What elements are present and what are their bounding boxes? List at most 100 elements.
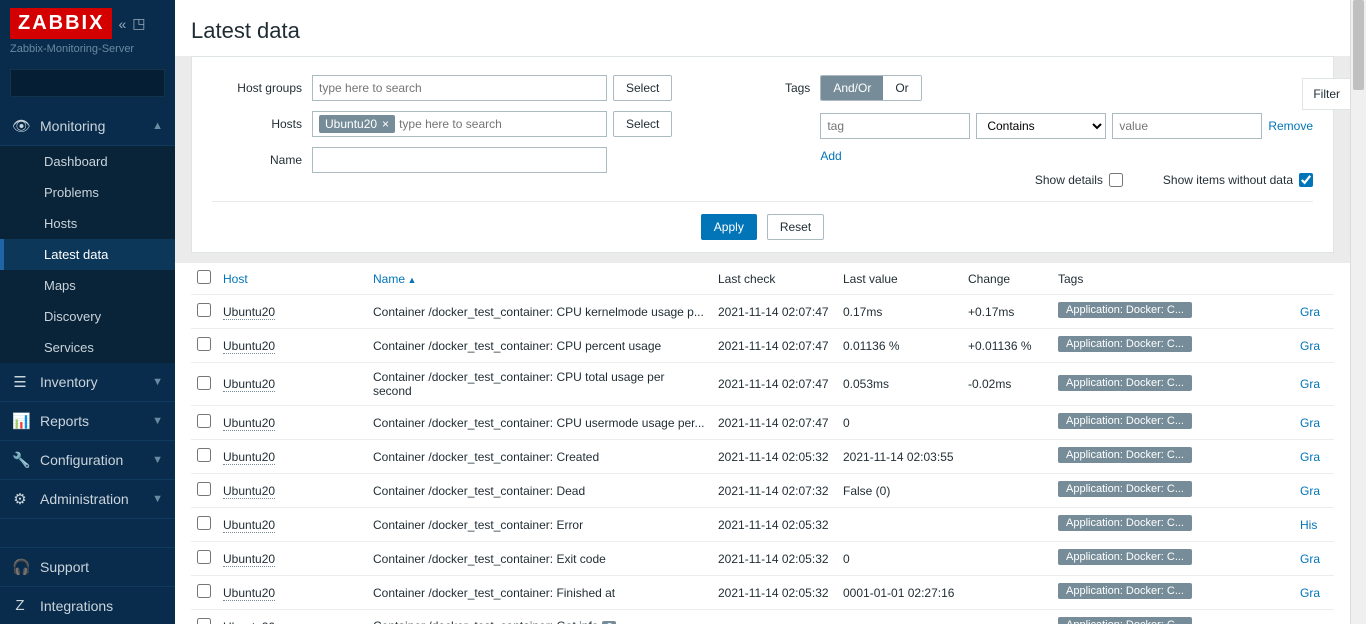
filter-tab[interactable]: Filter [1302, 78, 1350, 110]
hosts-label: Hosts [212, 111, 312, 131]
nav-item-dashboard[interactable]: Dashboard [0, 146, 175, 177]
logo[interactable]: ZABBIX [10, 8, 112, 39]
host-link[interactable]: Ubuntu20 [223, 305, 275, 320]
sidebar: ZABBIX « ◳ Zabbix-Monitoring-Server 🔍 👁 … [0, 0, 175, 624]
nav-section-administration[interactable]: ⚙ Administration ▼ [0, 480, 175, 519]
row-action-link[interactable]: Gra [1300, 305, 1320, 319]
host-groups-input[interactable] [312, 75, 607, 101]
nav-label: Reports [40, 413, 140, 429]
hosts-input[interactable]: Ubuntu20 × [312, 111, 607, 137]
nav-item-services[interactable]: Services [0, 332, 175, 363]
row-checkbox[interactable] [197, 516, 211, 530]
tag-pill[interactable]: Application: Docker: C... [1058, 583, 1192, 599]
row-checkbox[interactable] [197, 584, 211, 598]
seg-andor[interactable]: And/Or [821, 76, 883, 100]
row-action-link[interactable]: Gra [1300, 484, 1320, 498]
tag-remove-link[interactable]: Remove [1268, 119, 1313, 133]
host-groups-field[interactable] [319, 79, 600, 97]
tag-pill[interactable]: Application: Docker: C... [1058, 515, 1192, 531]
row-checkbox[interactable] [197, 337, 211, 351]
nav-item-hosts[interactable]: Hosts [0, 208, 175, 239]
show-details-checkbox[interactable] [1109, 173, 1123, 187]
last-value: 0 [837, 542, 962, 576]
nav-item-integrations[interactable]: Z Integrations [0, 586, 175, 624]
hosts-field[interactable] [399, 115, 600, 133]
filter-area: Filter Host groups Select [175, 56, 1350, 263]
tag-pill[interactable]: Application: Docker: C... [1058, 375, 1192, 391]
host-link[interactable]: Ubuntu20 [223, 586, 275, 601]
row-action-link[interactable]: Gra [1300, 552, 1320, 566]
row-checkbox[interactable] [197, 303, 211, 317]
nav-label: Configuration [40, 452, 140, 468]
nav-section-inventory[interactable]: ☰ Inventory ▼ [0, 363, 175, 402]
change [962, 610, 1052, 624]
scrollbar[interactable] [1350, 0, 1366, 624]
nav-section-monitoring[interactable]: 👁 Monitoring ▲ [0, 107, 175, 146]
host-link[interactable]: Ubuntu20 [223, 377, 275, 392]
row-checkbox[interactable] [197, 376, 211, 390]
nav-section-reports[interactable]: 📊 Reports ▼ [0, 402, 175, 441]
reset-button[interactable]: Reset [767, 214, 824, 240]
tags-label: Tags [720, 75, 820, 95]
row-checkbox[interactable] [197, 618, 211, 624]
tag-operator-select[interactable]: Contains [976, 113, 1106, 139]
tags-andor-toggle[interactable]: And/Or Or [820, 75, 921, 101]
search-wrap: 🔍 [0, 63, 175, 107]
row-action-link[interactable]: Gra [1300, 339, 1320, 353]
name-input[interactable] [312, 147, 607, 173]
change [962, 508, 1052, 542]
tag-name-input[interactable] [820, 113, 970, 139]
host-link[interactable]: Ubuntu20 [223, 620, 275, 624]
hosts-select-button[interactable]: Select [613, 111, 672, 137]
filter-col-right: Tags And/Or Or Contains [720, 75, 1313, 197]
tag-pill[interactable]: Application: Docker: C... [1058, 447, 1192, 463]
row-checkbox[interactable] [197, 448, 211, 462]
sidebar-collapse-icon[interactable]: « [118, 16, 126, 32]
col-name[interactable]: Name [373, 272, 416, 286]
row-checkbox[interactable] [197, 414, 211, 428]
show-without-data-checkbox[interactable] [1299, 173, 1313, 187]
tag-pill[interactable]: Application: Docker: C... [1058, 617, 1192, 624]
tag-pill[interactable]: Application: Docker: C... [1058, 481, 1192, 497]
host-groups-select-button[interactable]: Select [613, 75, 672, 101]
nav-item-support[interactable]: 🎧 Support [0, 547, 175, 586]
filter-actions: Apply Reset [212, 214, 1313, 240]
table-wrap: Host Name Last check Last value Change T… [175, 263, 1350, 624]
col-host[interactable]: Host [223, 272, 248, 286]
row-action-link[interactable]: Gra [1300, 416, 1320, 430]
nav-item-discovery[interactable]: Discovery [0, 301, 175, 332]
search-box[interactable]: 🔍 [10, 69, 165, 97]
tag-pill[interactable]: Application: Docker: C... [1058, 302, 1192, 318]
tag-add-link[interactable]: Add [820, 149, 841, 163]
row-action-link[interactable]: Gra [1300, 450, 1320, 464]
search-input[interactable] [11, 76, 182, 90]
row-checkbox[interactable] [197, 482, 211, 496]
tag-value-input[interactable] [1112, 113, 1262, 139]
nav-item-maps[interactable]: Maps [0, 270, 175, 301]
host-link[interactable]: Ubuntu20 [223, 416, 275, 431]
nav-item-problems[interactable]: Problems [0, 177, 175, 208]
scrollbar-thumb[interactable] [1353, 0, 1364, 90]
host-tag[interactable]: Ubuntu20 × [319, 115, 395, 133]
select-all-checkbox[interactable] [197, 270, 211, 284]
tag-pill[interactable]: Application: Docker: C... [1058, 549, 1192, 565]
host-link[interactable]: Ubuntu20 [223, 552, 275, 567]
host-link[interactable]: Ubuntu20 [223, 450, 275, 465]
host-link[interactable]: Ubuntu20 [223, 518, 275, 533]
row-action-link[interactable]: His [1300, 518, 1317, 532]
row-checkbox[interactable] [197, 550, 211, 564]
close-icon[interactable]: × [382, 117, 389, 131]
host-link[interactable]: Ubuntu20 [223, 339, 275, 354]
row-action-link[interactable]: Gra [1300, 586, 1320, 600]
last-value: 0 [837, 406, 962, 440]
nav-section-configuration[interactable]: 🔧 Configuration ▼ [0, 441, 175, 480]
help-icon[interactable]: ? [602, 621, 616, 624]
sidebar-expand-icon[interactable]: ◳ [132, 15, 145, 32]
tag-pill[interactable]: Application: Docker: C... [1058, 413, 1192, 429]
apply-button[interactable]: Apply [701, 214, 757, 240]
host-link[interactable]: Ubuntu20 [223, 484, 275, 499]
seg-or[interactable]: Or [883, 76, 920, 100]
row-action-link[interactable]: Gra [1300, 377, 1320, 391]
tag-pill[interactable]: Application: Docker: C... [1058, 336, 1192, 352]
nav-item-latest-data[interactable]: Latest data [0, 239, 175, 270]
